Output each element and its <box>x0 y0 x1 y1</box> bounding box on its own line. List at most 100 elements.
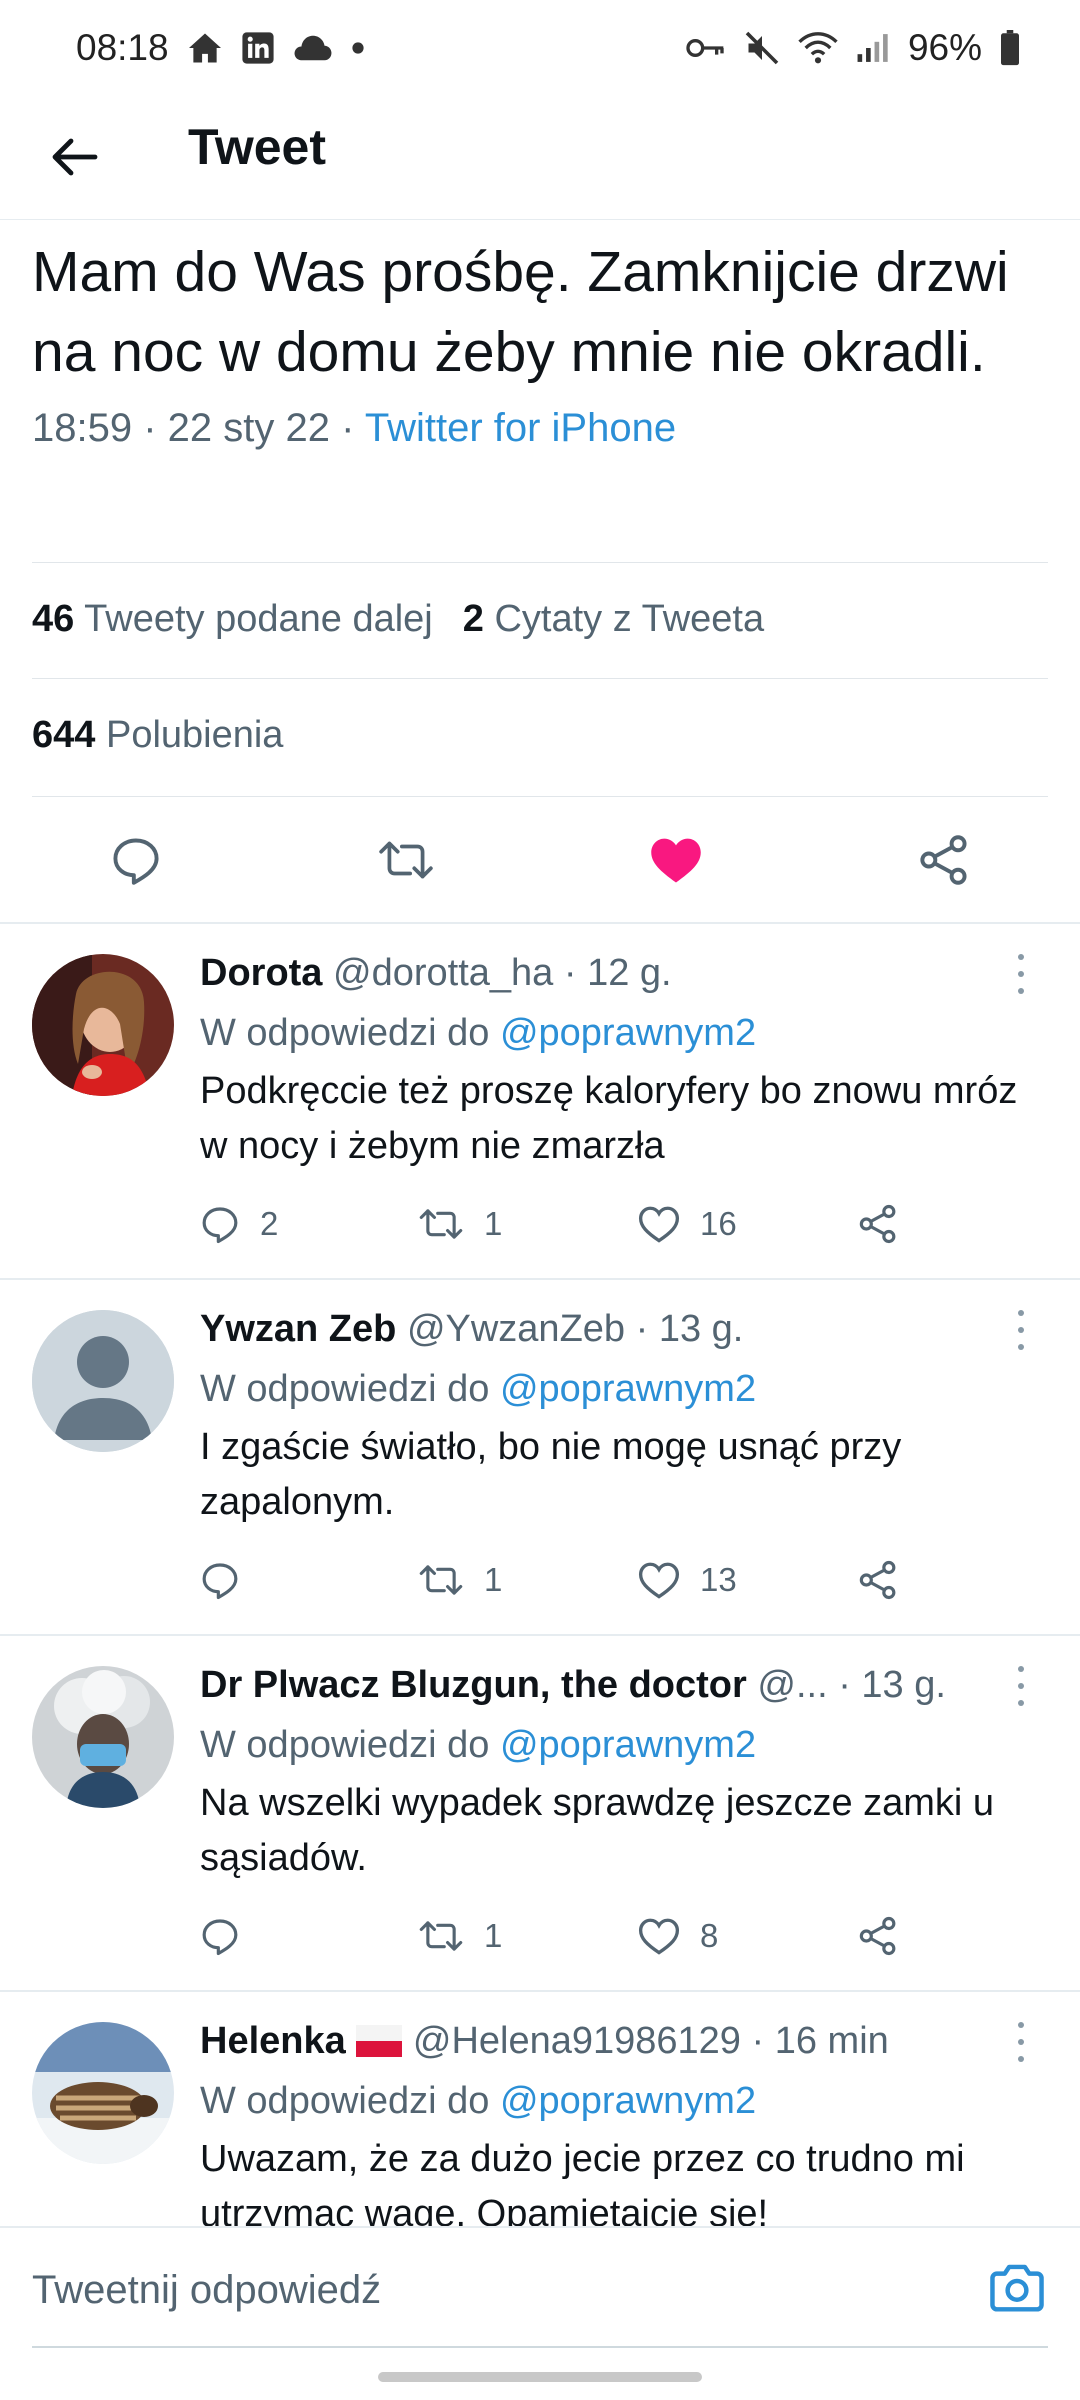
retweet-button[interactable]: 1 <box>418 1194 502 1254</box>
author-name[interactable]: Dr Plwacz Bluzgun, the doctor <box>200 1664 747 1706</box>
reply-time: · 16 min <box>751 2020 889 2062</box>
share-button[interactable] <box>858 1906 898 1966</box>
reply-input[interactable]: Tweetnij odpowiedź <box>32 2268 381 2313</box>
like-button[interactable]: 8 <box>638 1906 718 1966</box>
heart-icon <box>638 1206 680 1243</box>
reply-actions: 1 8 <box>200 1906 920 1966</box>
author-handle: @... <box>757 1664 828 1706</box>
avatar[interactable] <box>32 1310 174 1452</box>
dot-icon <box>351 41 365 55</box>
reply-time: · 12 g. <box>563 952 672 994</box>
more-options-icon[interactable] <box>1006 2022 1036 2062</box>
like-button[interactable]: 13 <box>638 1550 737 1610</box>
retweets-stat[interactable]: 46 Tweety podane dalej <box>32 598 433 641</box>
retweet-stats: 46 Tweety podane dalej 2 Cytaty z Tweeta <box>32 598 764 641</box>
avatar[interactable] <box>32 954 174 1096</box>
reply-text: Uwazam, że za dużo jecie przez co trudno… <box>200 2138 965 2226</box>
reply-to-prefix: W odpowiedzi do <box>200 1368 490 1410</box>
top-bar: Tweet <box>0 96 1080 220</box>
heart-filled-icon <box>651 838 701 883</box>
reply-button[interactable] <box>98 822 174 898</box>
reply-text: I zgaście światło, bo nie mogę usnąć prz… <box>200 1426 902 1523</box>
reply-actions: 1 13 <box>200 1550 920 1610</box>
home-indicator[interactable] <box>378 2372 702 2382</box>
wifi-icon <box>798 31 838 65</box>
reply-text: Podkręccie też proszę kaloryfery bo znow… <box>200 1070 1018 1167</box>
back-button[interactable] <box>40 122 110 192</box>
reply-tweet[interactable]: Dorota @dorotta_ha · 12 g. W odpowiedzi … <box>0 924 1080 1276</box>
retweet-count: 1 <box>484 1205 503 1242</box>
mention-link[interactable]: @poprawnym2 <box>500 1012 756 1054</box>
reply-button[interactable] <box>200 1906 260 1966</box>
reply-to-prefix: W odpowiedzi do <box>200 1012 490 1054</box>
mention-link[interactable]: @poprawnym2 <box>500 1724 756 1766</box>
quotes-stat[interactable]: 2 Cytaty z Tweeta <box>463 598 764 641</box>
input-underline <box>32 2346 1048 2348</box>
page-title: Tweet <box>188 119 326 175</box>
share-icon <box>859 1916 896 1956</box>
avatar[interactable] <box>32 2022 174 2164</box>
reply-tweet[interactable]: Dr Plwacz Bluzgun, the doctor @... · 13 … <box>0 1636 1080 1988</box>
more-options-icon[interactable] <box>1006 954 1036 994</box>
arrow-left-icon <box>52 138 98 176</box>
author-name[interactable]: Dorota <box>200 952 322 994</box>
more-options-icon[interactable] <box>1006 1666 1036 1706</box>
reply-tweet[interactable]: Helenka @Helena91986129 · 16 min W odpow… <box>0 1992 1080 2226</box>
key-icon <box>686 35 726 61</box>
retweet-count: 1 <box>484 1917 503 1954</box>
reply-tweet[interactable]: Ywzan Zeb @YwzanZeb · 13 g. W odpowiedzi… <box>0 1280 1080 1632</box>
mention-link[interactable]: @poprawnym2 <box>500 1368 756 1410</box>
like-button[interactable]: 16 <box>638 1194 737 1254</box>
retweet-button[interactable] <box>368 822 444 898</box>
reply-icon <box>202 1207 238 1244</box>
quotes-count: 2 <box>462 598 484 640</box>
like-count: 16 <box>700 1205 737 1242</box>
divider <box>32 562 1048 563</box>
linkedin-icon <box>241 31 275 65</box>
share-icon <box>859 1204 896 1244</box>
share-button[interactable] <box>858 1550 898 1610</box>
reply-button[interactable] <box>200 1550 260 1610</box>
reply-icon <box>202 1919 238 1956</box>
reply-icon <box>113 838 159 885</box>
home-icon <box>187 32 223 64</box>
reply-text: Na wszelki wypadek sprawdzę jeszcze zamk… <box>200 1782 995 1879</box>
camera-button[interactable] <box>982 2252 1052 2322</box>
divider <box>32 678 1048 679</box>
reply-button[interactable]: 2 <box>200 1194 278 1254</box>
tweet-text: Mam do Was prośbę. Zamknijcie drzwi na n… <box>32 240 1009 384</box>
likes-stats[interactable]: 644 Polubienia <box>32 714 283 757</box>
heart-icon <box>638 1562 680 1599</box>
compose-bar: Tweetnij odpowiedź <box>0 2226 1080 2350</box>
reply-icon <box>202 1563 238 1600</box>
retweet-icon <box>379 841 433 879</box>
author-name[interactable]: Helenka <box>200 2020 346 2062</box>
heart-icon <box>638 1918 680 1955</box>
author-handle: @Helena91986129 <box>412 2020 741 2062</box>
share-button[interactable] <box>906 822 982 898</box>
poland-flag-icon <box>356 2025 403 2057</box>
author-handle: @dorotta_ha <box>333 952 554 994</box>
tweet-meta: 18:59 · 22 sty 22 · Twitter for iPhone <box>32 406 677 450</box>
share-icon <box>920 835 967 885</box>
author-name[interactable]: Ywzan Zeb <box>200 1308 396 1350</box>
like-button[interactable] <box>638 822 714 898</box>
reply-time: · 13 g. <box>838 1664 946 1706</box>
retweet-button[interactable]: 1 <box>418 1906 502 1966</box>
cloud-icon <box>293 33 333 63</box>
retweet-button[interactable]: 1 <box>418 1550 502 1610</box>
reply-count: 2 <box>260 1205 279 1242</box>
retweets-count: 46 <box>32 598 75 640</box>
author-handle: @YwzanZeb <box>406 1308 626 1350</box>
retweet-count: 1 <box>484 1561 503 1598</box>
retweet-icon <box>419 1565 463 1595</box>
mention-link[interactable]: @poprawnym2 <box>500 2080 756 2122</box>
share-button[interactable] <box>858 1194 898 1254</box>
more-options-icon[interactable] <box>1006 1310 1036 1350</box>
tweet-source[interactable]: Twitter for iPhone <box>365 406 676 450</box>
tweet-time: 18:59 <box>32 406 133 450</box>
camera-icon <box>990 2264 1044 2312</box>
avatar[interactable] <box>32 1666 174 1808</box>
share-icon <box>859 1560 896 1600</box>
battery-icon <box>1000 30 1020 66</box>
